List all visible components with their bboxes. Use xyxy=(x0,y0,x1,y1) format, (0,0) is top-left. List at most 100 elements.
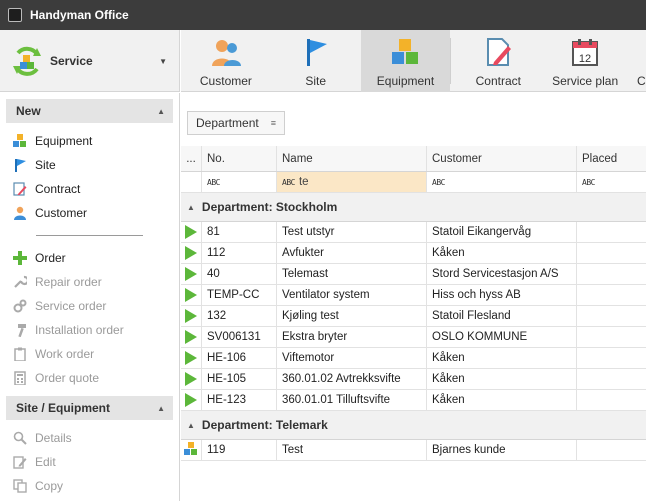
details-action[interactable]: Details xyxy=(0,426,179,450)
new-service-order[interactable]: Service order xyxy=(0,294,179,318)
table-row[interactable]: 132 Kjøling test Statoil Flesland xyxy=(181,306,646,327)
filter-name[interactable]: ABC te xyxy=(277,172,427,192)
new-customer[interactable]: Customer xyxy=(0,201,179,225)
cell-placed[interactable] xyxy=(577,243,646,263)
play-icon[interactable] xyxy=(185,351,197,365)
sort-icon[interactable]: ≡ xyxy=(271,118,276,128)
cell-name[interactable]: Avfukter xyxy=(277,243,427,263)
group-new-header[interactable]: New ▲ xyxy=(6,99,173,123)
table-row[interactable]: 81 Test utstyr Statoil Eikangervåg xyxy=(181,222,646,243)
group-row[interactable]: ▲ Department: Stockholm xyxy=(181,193,646,222)
cell-no[interactable]: 112 xyxy=(202,243,277,263)
table-row[interactable]: 40 Telemast Stord Servicestasjon A/S xyxy=(181,264,646,285)
filter-customer[interactable]: ABC xyxy=(427,172,577,192)
group-row[interactable]: ▲ Department: Telemark xyxy=(181,411,646,440)
cell-name[interactable]: Test xyxy=(277,440,427,460)
cell-no[interactable]: SV006131 xyxy=(202,327,277,347)
cell-placed[interactable] xyxy=(577,306,646,326)
cell-placed[interactable] xyxy=(577,348,646,368)
collapse-icon[interactable]: ▲ xyxy=(157,404,165,413)
collapse-icon[interactable]: ▲ xyxy=(157,107,165,116)
cell-no[interactable]: HE-123 xyxy=(202,390,277,410)
module-selector[interactable]: Service ▼ xyxy=(0,30,180,92)
new-order[interactable]: Order xyxy=(0,246,179,270)
group-by-chip[interactable]: Department ≡ xyxy=(187,111,285,135)
column-header-customer[interactable]: Customer xyxy=(427,146,577,171)
cell-name[interactable]: Viftemotor xyxy=(277,348,427,368)
cell-no[interactable]: HE-106 xyxy=(202,348,277,368)
table-row[interactable]: HE-105 360.01.02 Avtrekksvifte Kåken xyxy=(181,369,646,390)
collapse-icon[interactable]: ▲ xyxy=(187,421,195,430)
row-indicator[interactable] xyxy=(181,306,202,326)
play-icon[interactable] xyxy=(185,309,197,323)
table-row[interactable]: SV006131 Ekstra bryter OSLO KOMMUNE xyxy=(181,327,646,348)
new-repair-order[interactable]: Repair order xyxy=(0,270,179,294)
new-site[interactable]: Site xyxy=(0,153,179,177)
cell-no[interactable]: 119 xyxy=(202,440,277,460)
table-row[interactable]: TEMP-CC Ventilator system Hiss och hyss AB xyxy=(181,285,646,306)
cell-name[interactable]: 360.01.02 Avtrekksvifte xyxy=(277,369,427,389)
group-site-equipment-header[interactable]: Site / Equipment ▲ xyxy=(6,396,173,420)
play-icon[interactable] xyxy=(185,267,197,281)
cell-placed[interactable] xyxy=(577,285,646,305)
filter-no[interactable]: ABC xyxy=(202,172,277,192)
cell-customer[interactable]: Kåken xyxy=(427,348,577,368)
row-indicator[interactable] xyxy=(181,264,202,284)
row-indicator[interactable] xyxy=(181,390,202,410)
table-row[interactable]: 119 Test Bjarnes kunde xyxy=(181,440,646,461)
cell-no[interactable]: 40 xyxy=(202,264,277,284)
row-indicator[interactable] xyxy=(181,369,202,389)
cell-placed[interactable] xyxy=(577,222,646,242)
column-header-no[interactable]: No. xyxy=(202,146,277,171)
row-indicator[interactable] xyxy=(181,222,202,242)
cell-customer[interactable]: Statoil Eikangervåg xyxy=(427,222,577,242)
cell-placed[interactable] xyxy=(577,327,646,347)
column-selector[interactable]: ... xyxy=(181,146,202,171)
cell-no[interactable]: 132 xyxy=(202,306,277,326)
new-equipment[interactable]: Equipment xyxy=(0,129,179,153)
copy-action[interactable]: Copy xyxy=(0,474,179,498)
cell-placed[interactable] xyxy=(577,440,646,460)
tab-equipment[interactable]: Equipment xyxy=(360,30,451,92)
row-indicator[interactable] xyxy=(181,440,202,460)
filter-placed[interactable]: ABC xyxy=(577,172,646,192)
cell-name[interactable]: Test utstyr xyxy=(277,222,427,242)
cell-placed[interactable] xyxy=(577,264,646,284)
table-row[interactable]: 112 Avfukter Kåken xyxy=(181,243,646,264)
play-icon[interactable] xyxy=(185,288,197,302)
tab-site[interactable]: Site xyxy=(271,30,361,92)
chevron-down-icon[interactable]: ▼ xyxy=(159,57,167,66)
cell-no[interactable]: HE-105 xyxy=(202,369,277,389)
cell-placed[interactable] xyxy=(577,390,646,410)
cell-name[interactable]: 360.01.01 Tilluftsvifte xyxy=(277,390,427,410)
play-icon[interactable] xyxy=(185,372,197,386)
play-icon[interactable] xyxy=(185,330,197,344)
column-header-name[interactable]: Name xyxy=(277,146,427,171)
tab-contract[interactable]: Contract xyxy=(451,30,545,92)
new-work-order[interactable]: Work order xyxy=(0,342,179,366)
play-icon[interactable] xyxy=(185,393,197,407)
tab-service-plan[interactable]: 12 Service plan xyxy=(545,30,625,92)
new-order-quote[interactable]: Order quote xyxy=(0,366,179,390)
row-indicator[interactable] xyxy=(181,327,202,347)
edit-action[interactable]: Edit xyxy=(0,450,179,474)
new-installation-order[interactable]: Installation order xyxy=(0,318,179,342)
cell-no[interactable]: 81 xyxy=(202,222,277,242)
cell-customer[interactable]: Kåken xyxy=(427,390,577,410)
new-contract[interactable]: Contract xyxy=(0,177,179,201)
cell-customer[interactable]: Bjarnes kunde xyxy=(427,440,577,460)
row-indicator[interactable] xyxy=(181,348,202,368)
cell-name[interactable]: Ventilator system xyxy=(277,285,427,305)
row-indicator[interactable] xyxy=(181,243,202,263)
tab-customer[interactable]: Customer xyxy=(181,30,271,92)
cell-name[interactable]: Telemast xyxy=(277,264,427,284)
cell-customer[interactable]: Kåken xyxy=(427,369,577,389)
cell-customer[interactable]: Statoil Flesland xyxy=(427,306,577,326)
row-indicator[interactable] xyxy=(181,285,202,305)
play-icon[interactable] xyxy=(185,225,197,239)
table-row[interactable]: HE-123 360.01.01 Tilluftsvifte Kåken xyxy=(181,390,646,411)
collapse-icon[interactable]: ▲ xyxy=(187,203,195,212)
cell-placed[interactable] xyxy=(577,369,646,389)
cell-customer[interactable]: Hiss och hyss AB xyxy=(427,285,577,305)
tab-more[interactable]: C xyxy=(625,30,646,92)
